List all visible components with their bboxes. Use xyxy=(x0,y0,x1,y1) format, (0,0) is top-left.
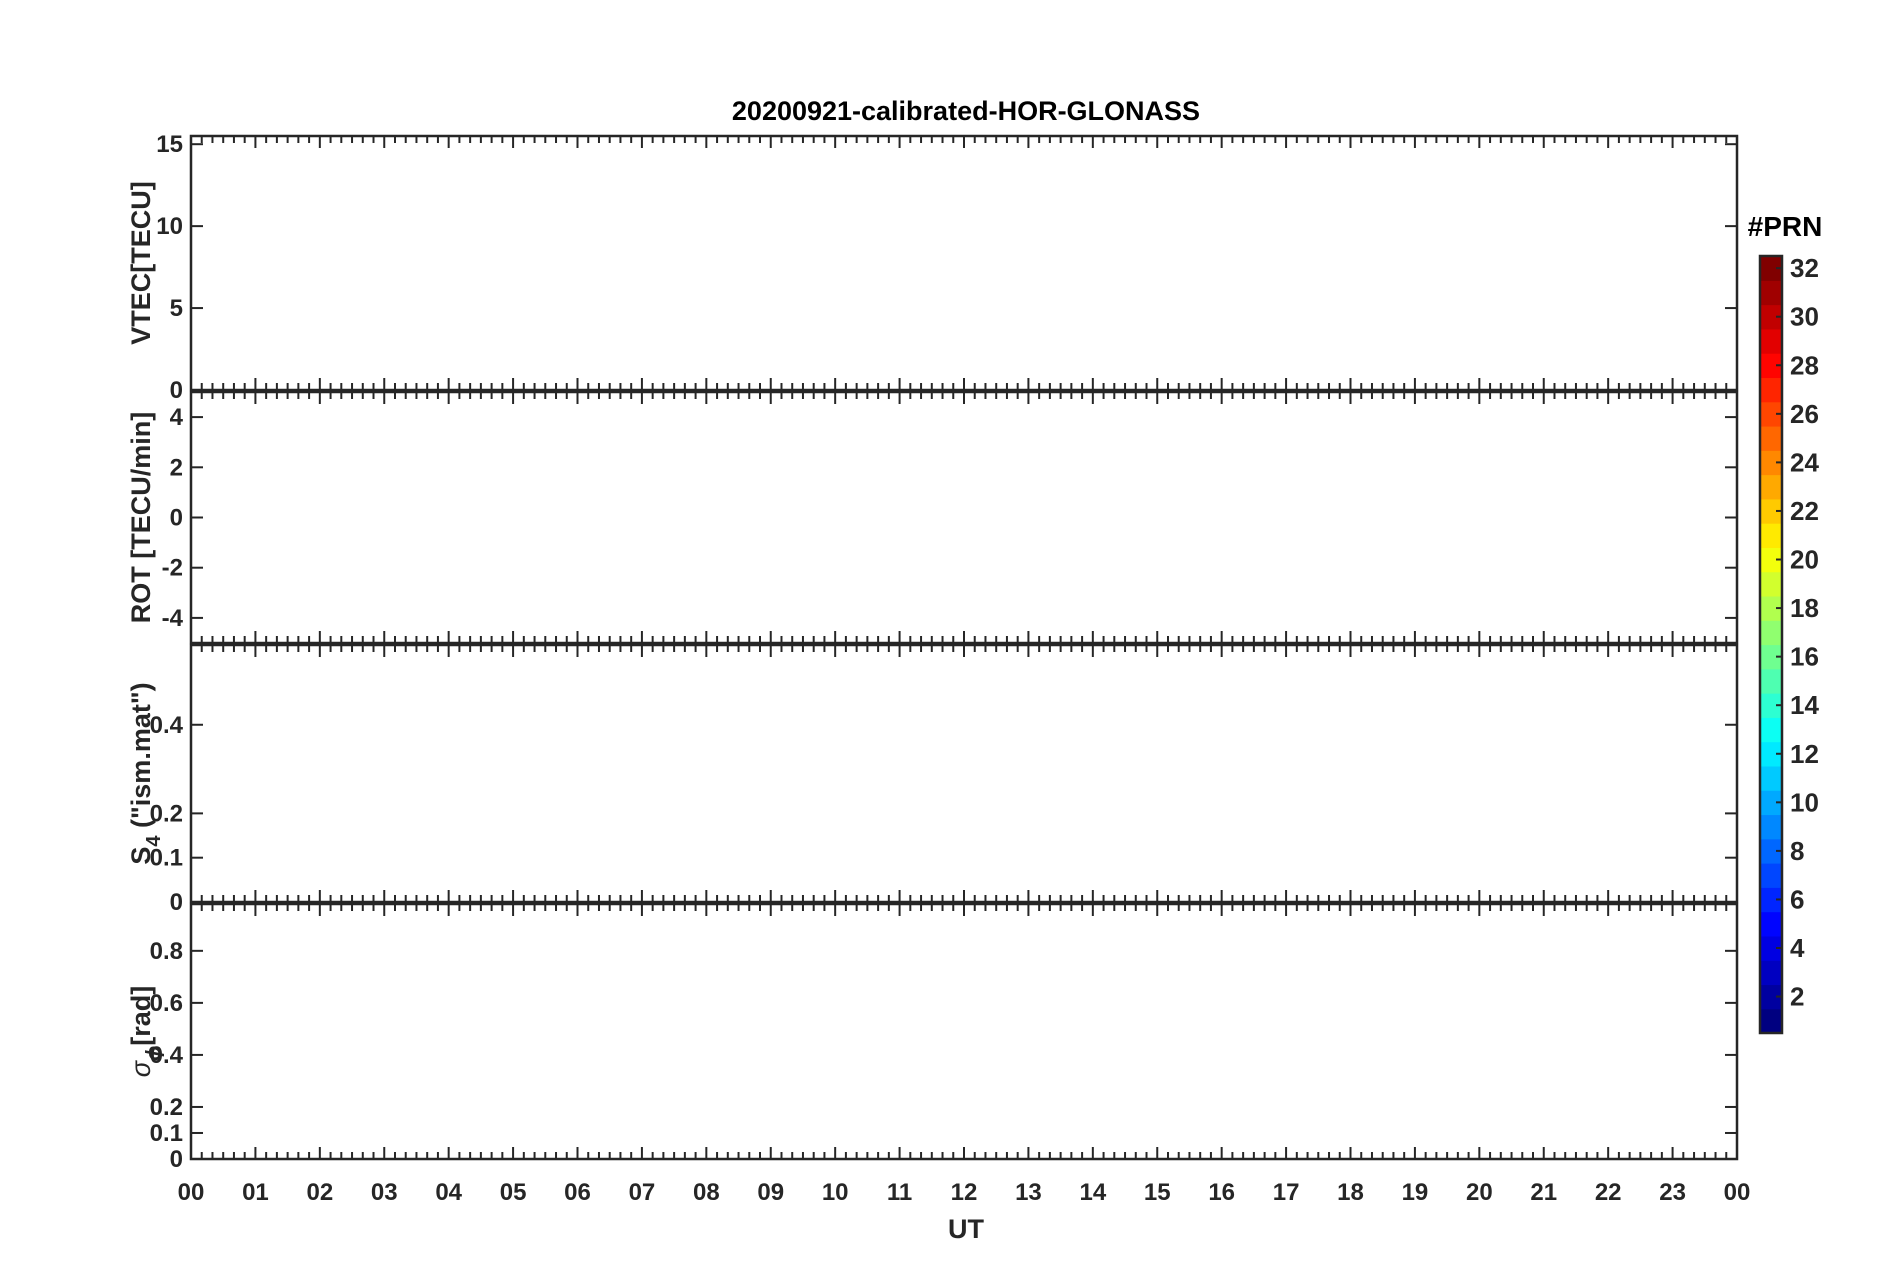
colorbar-tick-label: 26 xyxy=(1790,399,1819,429)
x-tick-label: 01 xyxy=(242,1179,269,1206)
y-tick-label: 0 xyxy=(170,505,183,532)
x-tick-label: 04 xyxy=(435,1179,462,1206)
x-tick-label: 07 xyxy=(629,1179,656,1206)
colorbar-segment xyxy=(1760,1008,1782,1034)
panel-s4: 00.10.20.4S4 ("ism.mat") xyxy=(126,643,1739,916)
x-tick-label: 20 xyxy=(1466,1179,1493,1206)
panel-sigma: 00.10.20.40.60.8σϕ[rad] xyxy=(126,902,1739,1173)
panel-rot: -4 -2 0 2 4 ROT [TECU/min] xyxy=(126,390,1739,645)
colorbar-segment xyxy=(1760,960,1782,986)
x-tick-label: 00 xyxy=(178,1179,205,1206)
y-tick-label: 0 xyxy=(170,377,183,404)
colorbar-segment xyxy=(1760,717,1782,743)
y-tick-label: 5 xyxy=(170,295,183,322)
y-tick-label: 0.2 xyxy=(150,1094,183,1121)
y-tick-label: -4 xyxy=(162,605,184,632)
colorbar-segment xyxy=(1760,474,1782,500)
colorbar-segment xyxy=(1760,765,1782,791)
x-axis-label: UT xyxy=(948,1214,984,1244)
y-tick-label: 2 xyxy=(170,454,183,481)
x-tick-label: 11 xyxy=(887,1179,912,1206)
colorbar-segment xyxy=(1760,814,1782,840)
colorbar-tick-label: 12 xyxy=(1790,739,1819,769)
panel-vtec: 0 5 10 15VTEC[TECU] xyxy=(126,131,1739,404)
colorbar: 2468101214161820222426283032 xyxy=(1758,253,1819,1035)
colorbar-tick-label: 8 xyxy=(1790,836,1804,866)
axes-frame-rot xyxy=(189,390,1739,645)
y-tick-label: 0 xyxy=(170,1146,183,1173)
colorbar-tick-label: 10 xyxy=(1790,787,1819,817)
x-tick-label: 09 xyxy=(757,1179,784,1206)
colorbar-tick-label: 28 xyxy=(1790,350,1819,380)
colorbar-tick-label: 20 xyxy=(1790,545,1819,575)
colorbar-tick-label: 32 xyxy=(1790,253,1819,283)
colorbar-segment xyxy=(1760,377,1782,403)
x-tick-label: 21 xyxy=(1530,1179,1557,1206)
x-tick-label: 02 xyxy=(306,1179,333,1206)
colorbar-tick-label: 14 xyxy=(1790,690,1819,720)
x-tick-label: 00 xyxy=(1724,1179,1751,1206)
y-tick-label: 15 xyxy=(156,131,183,158)
colorbar-tick-label: 18 xyxy=(1790,593,1819,623)
chart-figure: 20200921-calibrated-HOR-GLONASS 051015VT… xyxy=(126,96,1823,1244)
colorbar-tick-label: 16 xyxy=(1790,642,1819,672)
x-tick-label: 05 xyxy=(500,1179,527,1206)
x-tick-label: 22 xyxy=(1595,1179,1622,1206)
colorbar-tick-label: 6 xyxy=(1790,884,1804,914)
y-axis-label-vtec: VTEC[TECU] xyxy=(126,181,156,345)
colorbar-segment xyxy=(1760,911,1782,937)
colorbar-segment xyxy=(1760,668,1782,694)
y-axis-label-rot: ROT [TECU/min] xyxy=(126,412,156,623)
y-tick-label: 4 xyxy=(170,404,184,431)
x-tick-label: 19 xyxy=(1402,1179,1429,1206)
colorbar-segment xyxy=(1760,863,1782,888)
colorbar-segment xyxy=(1760,571,1782,597)
y-axis-label-s4: S4 ("ism.mat") xyxy=(126,682,165,864)
colorbar-segment xyxy=(1760,523,1782,548)
x-tick-label: 12 xyxy=(951,1179,978,1206)
colorbar-segment xyxy=(1760,328,1782,354)
colorbar-segment xyxy=(1760,620,1782,646)
x-tick-label: 08 xyxy=(693,1179,720,1206)
colorbar-segment xyxy=(1760,425,1782,451)
x-tick-label: 17 xyxy=(1273,1179,1300,1206)
x-tick-label: 10 xyxy=(822,1179,849,1206)
y-tick-label: 0.1 xyxy=(150,1120,183,1147)
x-tick-label: 13 xyxy=(1015,1179,1042,1206)
colorbar-segment xyxy=(1760,280,1782,306)
x-tick-label: 15 xyxy=(1144,1179,1171,1206)
colorbar-tick-label: 30 xyxy=(1790,302,1819,332)
x-tick-label: 23 xyxy=(1659,1179,1686,1206)
x-tick-label: 18 xyxy=(1337,1179,1364,1206)
colorbar-tick-label: 24 xyxy=(1790,447,1819,477)
colorbar-tick-label: 22 xyxy=(1790,496,1819,526)
x-tick-label: 16 xyxy=(1208,1179,1235,1206)
colorbar-tick-label: 4 xyxy=(1790,933,1805,963)
x-tick-label: 14 xyxy=(1079,1179,1106,1206)
y-tick-label: -2 xyxy=(162,555,183,582)
axes-frame-vtec xyxy=(189,134,1739,392)
x-tick-label: 03 xyxy=(371,1179,398,1206)
axes-frame-s4 xyxy=(189,643,1739,904)
colorbar-title: #PRN xyxy=(1748,211,1823,242)
chart-title: 20200921-calibrated-HOR-GLONASS xyxy=(732,96,1200,126)
colorbar-tick-label: 2 xyxy=(1790,982,1804,1012)
x-tick-labels: 00 01 02 03 04 05 06 07 08 09 10 11 12 13 14 15 16 17 18 19… xyxy=(178,1179,1751,1206)
y-tick-label: 10 xyxy=(156,213,183,240)
y-tick-label: 0.8 xyxy=(150,938,183,965)
axes-frame-sigma xyxy=(189,902,1739,1161)
x-tick-label: 06 xyxy=(564,1179,591,1206)
y-tick-label: 0 xyxy=(170,889,183,916)
